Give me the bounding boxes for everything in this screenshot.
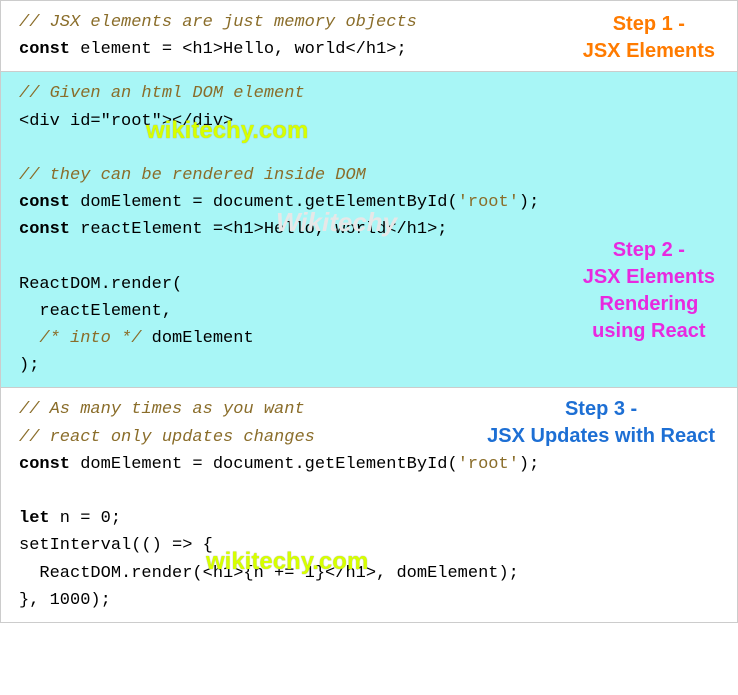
string: 'root'	[458, 193, 519, 212]
code-text: );	[519, 455, 539, 474]
keyword: const	[19, 455, 70, 474]
comment: // react only updates changes	[19, 428, 315, 447]
code-text: );	[519, 193, 539, 212]
code-text: ReactDOM.render(	[19, 275, 182, 294]
keyword: const	[19, 40, 70, 59]
keyword: const	[19, 193, 70, 212]
code-text: ReactDOM.render(<h1>{n += 1}</h1>, domEl…	[19, 564, 519, 583]
keyword: const	[19, 220, 70, 239]
section-step2: wikitechy.com Wikitechy Step 2 -JSX Elem…	[1, 72, 737, 388]
code-text: domElement	[141, 329, 253, 348]
section-step3: Step 3 -JSX Updates with React wikitechy…	[1, 388, 737, 622]
code-text: n = 0;	[50, 509, 121, 528]
step3-label: Step 3 -JSX Updates with React	[487, 396, 715, 450]
comment: /* into */	[39, 329, 141, 348]
code-text: setInterval(() => {	[19, 536, 213, 555]
comment: // JSX elements are just memory objects	[19, 13, 417, 32]
comment: // Given an html DOM element	[19, 84, 305, 103]
code-text: domElement = document.getElementById(	[70, 455, 458, 474]
comment: // As many times as you want	[19, 400, 305, 419]
code-text: );	[19, 356, 39, 375]
section-step1: Step 1 -JSX Elements // JSX elements are…	[1, 1, 737, 72]
code-text: element = <h1>Hello, world</h1>;	[70, 40, 407, 59]
code-text: reactElement,	[19, 302, 172, 321]
code-text: }, 1000);	[19, 591, 111, 610]
comment: // they can be rendered inside DOM	[19, 166, 366, 185]
step1-label: Step 1 -JSX Elements	[583, 11, 715, 65]
step2-label: Step 2 -JSX ElementsRenderingusing React	[583, 237, 715, 345]
keyword: let	[19, 509, 50, 528]
string: 'root'	[458, 455, 519, 474]
code-text: domElement = document.getElementById(	[70, 193, 458, 212]
code-text: <div id="root"></div>	[19, 112, 233, 131]
code-text: reactElement =<h1>Hello, world</h1>;	[70, 220, 447, 239]
code-text	[19, 329, 39, 348]
